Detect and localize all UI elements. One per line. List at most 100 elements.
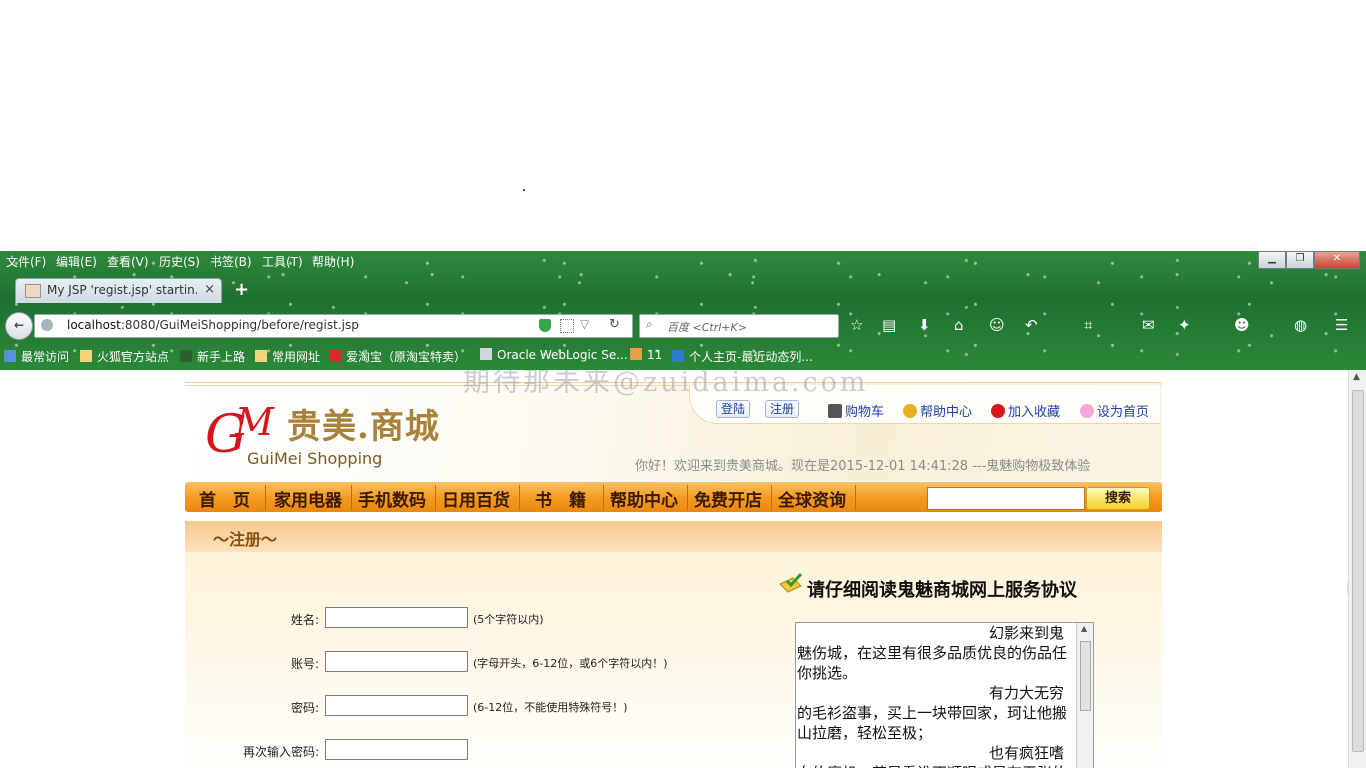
tab-close-icon[interactable]: × bbox=[204, 282, 215, 297]
nav-open-store[interactable]: 免费开店 bbox=[694, 486, 762, 511]
register-body: 姓名: (5个字符以内) 账号: (字母开头，6-12位，或6个字符以内！) 密… bbox=[185, 552, 1162, 768]
cart-label: 购物车 bbox=[845, 405, 885, 420]
agreement-text: 幻影来到鬼魅伤城，在这里有很多品质优良的伤品任你挑选。 有力大无穷的毛衫盗事，买… bbox=[797, 623, 1069, 768]
download-icon[interactable]: ⬇ bbox=[918, 316, 931, 334]
bookmark-aitaobao[interactable]: 爱淘宝（原淘宝特卖） bbox=[329, 348, 466, 365]
help-label: 帮助中心 bbox=[920, 405, 973, 420]
nav-divider bbox=[603, 485, 604, 510]
help-link[interactable]: 帮助中心 bbox=[903, 401, 972, 420]
menu-history[interactable]: 历史(S) bbox=[159, 253, 200, 270]
nav-home[interactable]: 首 页 bbox=[199, 486, 250, 511]
confirm-password-label: 再次输入密码: bbox=[242, 745, 319, 759]
back-icon[interactable]: ← bbox=[5, 312, 33, 340]
message-icon[interactable]: ✉ bbox=[1142, 316, 1155, 334]
site-container: G M 贵美.商城 GuiMei Shopping 登陆 注册 购物车 帮助中心… bbox=[185, 382, 1162, 768]
bookmark-taobao-icon bbox=[329, 350, 341, 362]
logo-mark: M bbox=[235, 400, 274, 444]
url-dropdown-icon[interactable]: ▽ bbox=[580, 317, 589, 331]
password-input[interactable] bbox=[325, 695, 468, 716]
menu-bookmarks[interactable]: 书签(B) bbox=[210, 253, 252, 270]
bookmark-11[interactable]: 11 bbox=[630, 348, 662, 362]
nav-divider bbox=[771, 485, 772, 510]
nav-digital[interactable]: 手机数码 bbox=[358, 486, 426, 511]
page-scrollbar[interactable]: ▲ bbox=[1348, 370, 1366, 768]
new-tab-icon[interactable]: + bbox=[234, 279, 249, 300]
window-controls: ▁ ❐ ✕ bbox=[1258, 251, 1360, 269]
register-section-header: ～注册～ bbox=[185, 521, 1162, 552]
bookmark-getting-started[interactable]: 新手上路 bbox=[180, 348, 245, 365]
tab-regist[interactable]: My JSP 'regist.jsp' startin... × bbox=[15, 278, 222, 303]
site-info-icon[interactable] bbox=[41, 319, 53, 331]
maximize-button[interactable]: ❐ bbox=[1286, 251, 1314, 269]
extension-icon[interactable]: ✦ bbox=[1178, 316, 1191, 334]
heart-icon bbox=[1080, 404, 1094, 418]
welcome-text: 你好！欢迎来到贵美商城。现在是2015-12-01 14:41:28 ---鬼魅… bbox=[635, 459, 1091, 474]
scroll-up-icon[interactable]: ▲ bbox=[1081, 624, 1087, 633]
reading-list-icon[interactable]: ▤ bbox=[882, 316, 896, 334]
menu-edit[interactable]: 编辑(E) bbox=[56, 253, 97, 270]
confirm-password-input[interactable] bbox=[325, 739, 468, 760]
bookmark-label: 爱淘宝（原淘宝特卖） bbox=[346, 350, 467, 364]
nav-help[interactable]: 帮助中心 bbox=[610, 486, 678, 511]
favorite-label: 加入收藏 bbox=[1008, 405, 1061, 420]
favorite-icon bbox=[991, 404, 1005, 418]
help-icon bbox=[903, 404, 917, 418]
bookmark-folder-icon bbox=[80, 350, 92, 362]
register-button[interactable]: 注册 bbox=[765, 400, 800, 418]
hamburger-menu-icon[interactable]: ☰ bbox=[1335, 316, 1348, 334]
nav-daily-goods[interactable]: 日用百货 bbox=[442, 486, 510, 511]
stray-dot bbox=[523, 189, 525, 191]
qr-code-icon[interactable] bbox=[560, 319, 574, 333]
bookmark-page-icon bbox=[180, 350, 192, 362]
menu-help[interactable]: 帮助(H) bbox=[312, 253, 354, 270]
bookmark-label: 常用网址 bbox=[272, 350, 321, 364]
bookmark-label: 个人主页-最近动态列... bbox=[689, 350, 813, 364]
page-scroll-thumb[interactable] bbox=[1352, 390, 1364, 752]
nav-global-news[interactable]: 全球资询 bbox=[778, 486, 846, 511]
bookmark-firefox[interactable]: 火狐官方站点 bbox=[80, 348, 169, 365]
nav-divider bbox=[687, 485, 688, 510]
menu-file[interactable]: 文件(F) bbox=[6, 253, 46, 270]
chat-icon[interactable]: ☺ bbox=[989, 316, 1005, 334]
scroll-thumb[interactable] bbox=[1080, 641, 1091, 711]
home-icon[interactable]: ⌂ bbox=[954, 316, 964, 334]
bookmark-weblogic[interactable]: Oracle WebLogic Se... bbox=[480, 348, 628, 362]
addon-face-icon[interactable]: ☻ bbox=[1234, 316, 1250, 334]
minimize-button[interactable]: ▁ bbox=[1258, 251, 1286, 269]
login-button[interactable]: 登陆 bbox=[716, 400, 751, 418]
palette-icon[interactable]: ◍ bbox=[1294, 316, 1307, 334]
scroll-up-icon[interactable]: ▲ bbox=[1353, 372, 1360, 382]
account-label: 账号: bbox=[290, 657, 319, 671]
bookmark-common-sites[interactable]: 常用网址 bbox=[255, 348, 320, 365]
agreement-textarea[interactable]: 幻影来到鬼魅伤城，在这里有很多品质优良的伤品任你挑选。 有力大无穷的毛衫盗事，买… bbox=[795, 622, 1094, 768]
nav-books[interactable]: 书 籍 bbox=[535, 486, 586, 511]
bookmark-most-visited[interactable]: 最常访问 bbox=[4, 348, 69, 365]
menu-view[interactable]: 查看(V) bbox=[107, 253, 149, 270]
security-shield-icon[interactable] bbox=[539, 319, 551, 332]
favorite-link[interactable]: 加入收藏 bbox=[991, 401, 1060, 420]
bookmark-star-icon[interactable]: ☆ bbox=[850, 316, 863, 334]
bookmark-folder-icon bbox=[4, 350, 16, 362]
account-input[interactable] bbox=[325, 651, 468, 672]
menu-tools[interactable]: 工具(T) bbox=[262, 253, 303, 270]
address-bar[interactable]: localhost:8080/GuiMeiShopping/before/reg… bbox=[34, 314, 633, 338]
name-input[interactable] bbox=[325, 607, 468, 628]
bookmark-profile[interactable]: 个人主页-最近动态列... bbox=[672, 348, 813, 365]
brand-english: GuiMei Shopping bbox=[247, 449, 383, 468]
site-search-input[interactable] bbox=[927, 487, 1085, 510]
bookmark-code-icon bbox=[672, 350, 684, 362]
url-path: :8080/GuiMeiShopping/before/regist.jsp bbox=[120, 318, 359, 332]
site-search-button[interactable]: 搜索 bbox=[1086, 487, 1150, 510]
agreement-scrollbar[interactable]: ▲ bbox=[1076, 623, 1093, 768]
cart-link[interactable]: 购物车 bbox=[828, 401, 884, 420]
set-homepage-link[interactable]: 设为首页 bbox=[1080, 401, 1149, 420]
nav-appliances[interactable]: 家用电器 bbox=[274, 486, 342, 511]
crop-icon[interactable]: ⌗ bbox=[1084, 316, 1092, 334]
close-window-button[interactable]: ✕ bbox=[1314, 251, 1360, 269]
bookmark-folder-icon bbox=[255, 350, 267, 362]
search-bar[interactable]: ⌕ 百度 <Ctrl+K> bbox=[639, 314, 839, 338]
agreement-paragraph: 也有疯狂嗜血的魔机，若是看谁不顺眼或是有无张的人会自卑的收走。 bbox=[797, 744, 1067, 768]
search-icon: ⌕ bbox=[646, 317, 653, 331]
reload-icon[interactable]: ↻ bbox=[609, 317, 620, 332]
undo-icon[interactable]: ↶ bbox=[1025, 316, 1038, 334]
